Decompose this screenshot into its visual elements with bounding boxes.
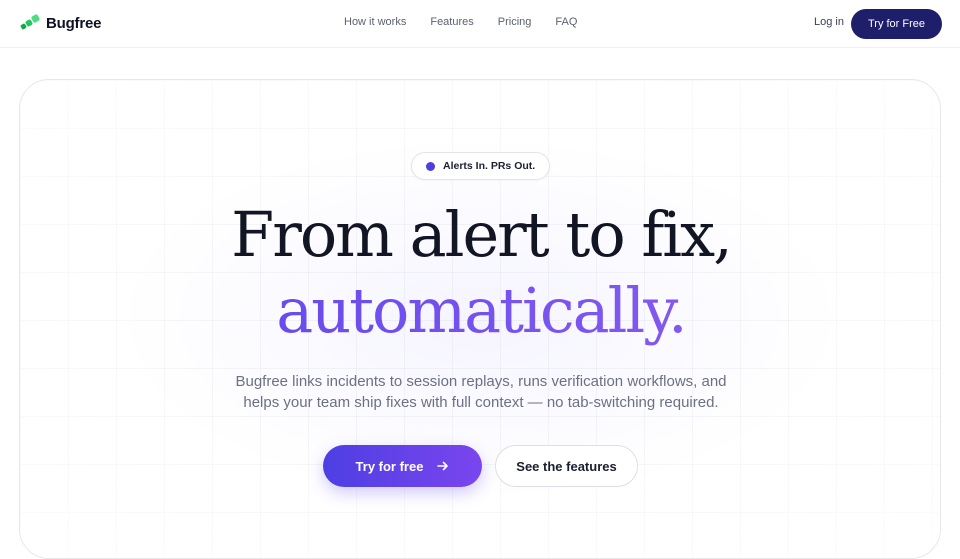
nav-link-features[interactable]: Features (430, 16, 473, 28)
hero-subtitle-line2: helps your team ship fixes with full con… (243, 394, 719, 411)
try-for-free-button[interactable]: Try for free (323, 445, 482, 487)
brand-name: Bugfree (46, 14, 102, 32)
hero-headline-line2: automatically. (20, 274, 940, 348)
hero-badge-text: Alerts In. PRs Out. (443, 160, 536, 172)
brand[interactable]: Bugfree (20, 13, 101, 33)
hero-card: Alerts In. PRs Out. From alert to fix, a… (19, 79, 941, 559)
login-link[interactable]: Log in (814, 16, 844, 28)
hero-headline-line1: From alert to fix, (231, 198, 733, 271)
bugfree-logo-icon (20, 14, 40, 30)
top-nav: Bugfree How it works Features Pricing FA… (0, 0, 960, 48)
nav-links: How it works Features Pricing FAQ (344, 16, 577, 28)
nav-link-faq[interactable]: FAQ (555, 16, 577, 28)
try-for-free-label: Try for free (355, 458, 424, 474)
see-features-button[interactable]: See the features (495, 445, 638, 487)
hero-subtitle-line1: Bugfree links incidents to session repla… (235, 373, 727, 390)
hero-badge: Alerts In. PRs Out. (411, 152, 551, 180)
nav-link-how-it-works[interactable]: How it works (344, 16, 406, 28)
arrow-right-icon (437, 461, 449, 471)
nav-link-pricing[interactable]: Pricing (498, 16, 532, 28)
badge-dot-icon (426, 161, 435, 171)
try-for-free-nav-button[interactable]: Try for Free (851, 9, 942, 39)
hero-subtitle: Bugfree links incidents to session repla… (20, 371, 940, 413)
